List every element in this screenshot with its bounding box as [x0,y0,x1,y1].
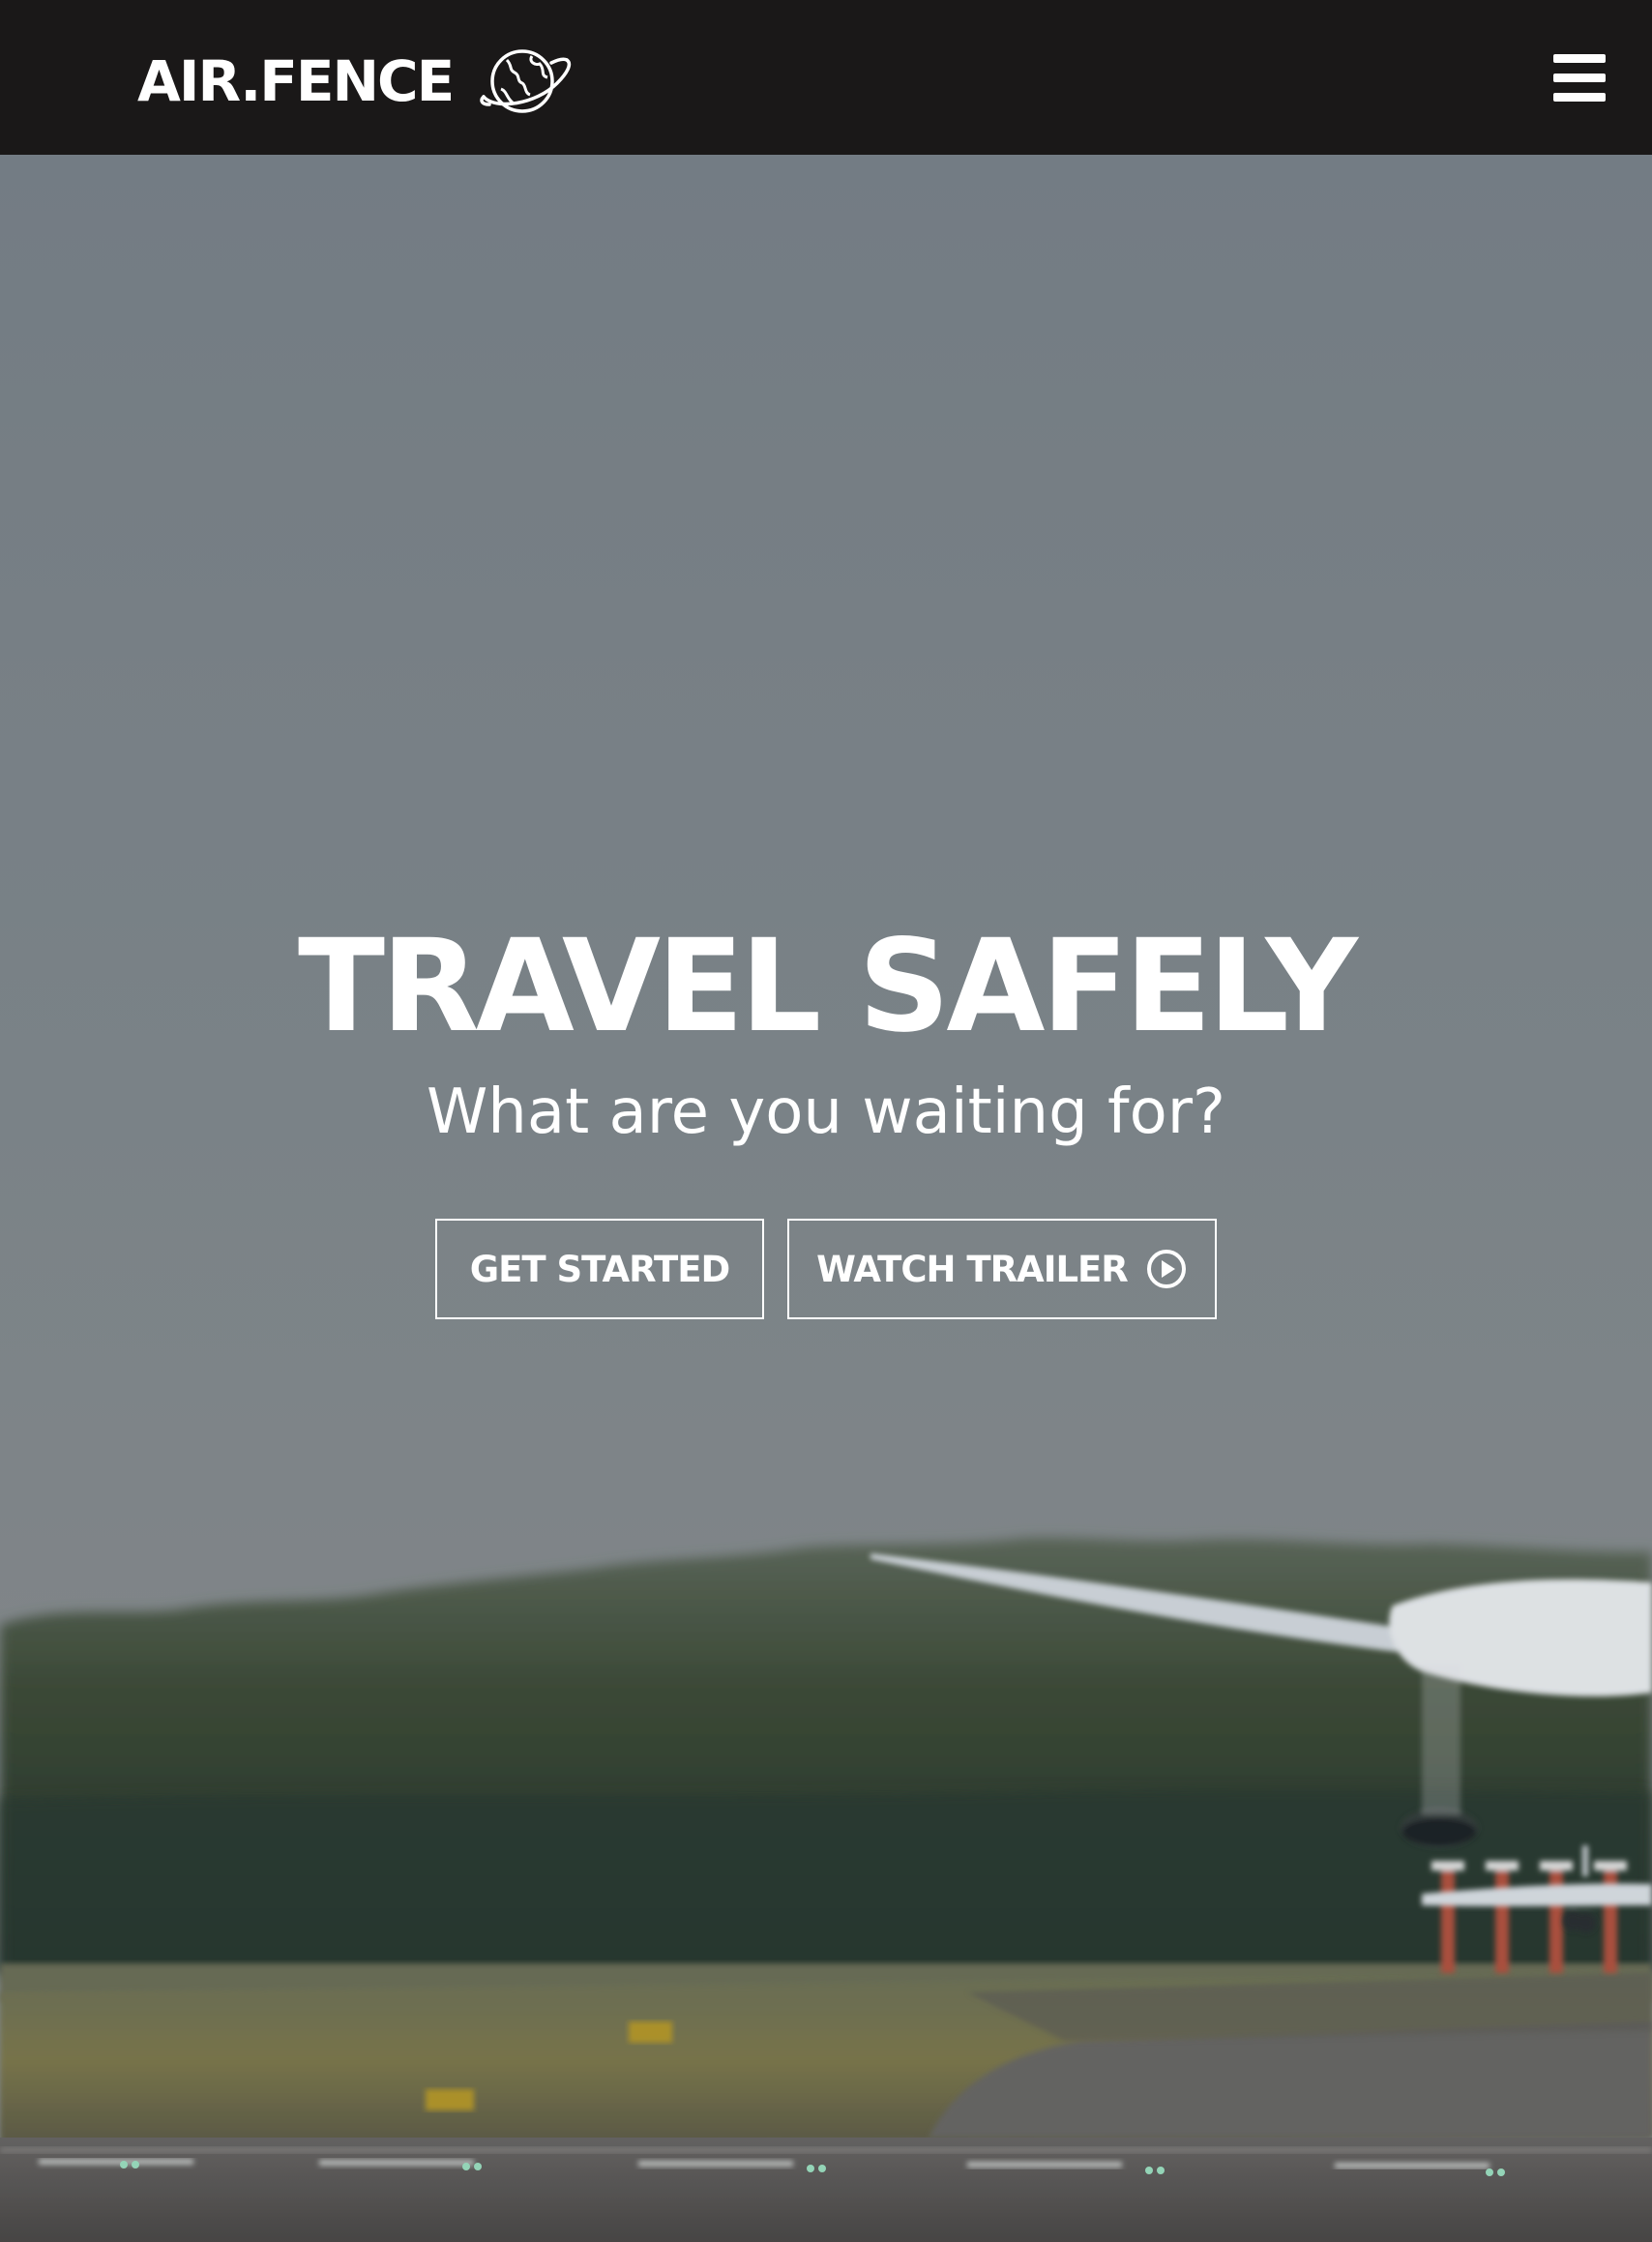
play-circle-icon [1146,1250,1186,1288]
hero-content: TRAVEL SAFELY What are you waiting for? … [0,919,1652,1319]
hero-title: TRAVEL SAFELY [298,912,1358,1061]
watch-trailer-button[interactable]: WATCH TRAILER [787,1219,1217,1319]
globe-orbit-icon [480,49,572,113]
hero-section: TRAVEL SAFELY What are you waiting for? … [0,155,1652,2242]
hero-actions: GET STARTED WATCH TRAILER [0,1219,1652,1319]
watch-trailer-label: WATCH TRAILER [816,1248,1129,1290]
hamburger-bar [1553,74,1606,82]
hamburger-bar [1553,54,1606,63]
brand-logo-link[interactable]: AIR.FENCE [137,43,575,120]
get-started-button[interactable]: GET STARTED [435,1219,764,1319]
hamburger-bar [1553,93,1606,102]
hero-subtitle: What are you waiting for? [427,1077,1225,1148]
get-started-label: GET STARTED [469,1248,730,1290]
top-navbar: AIR.FENCE [0,0,1652,155]
brand-name: AIR.FENCE [137,48,455,114]
hamburger-menu-icon[interactable] [1553,54,1606,102]
